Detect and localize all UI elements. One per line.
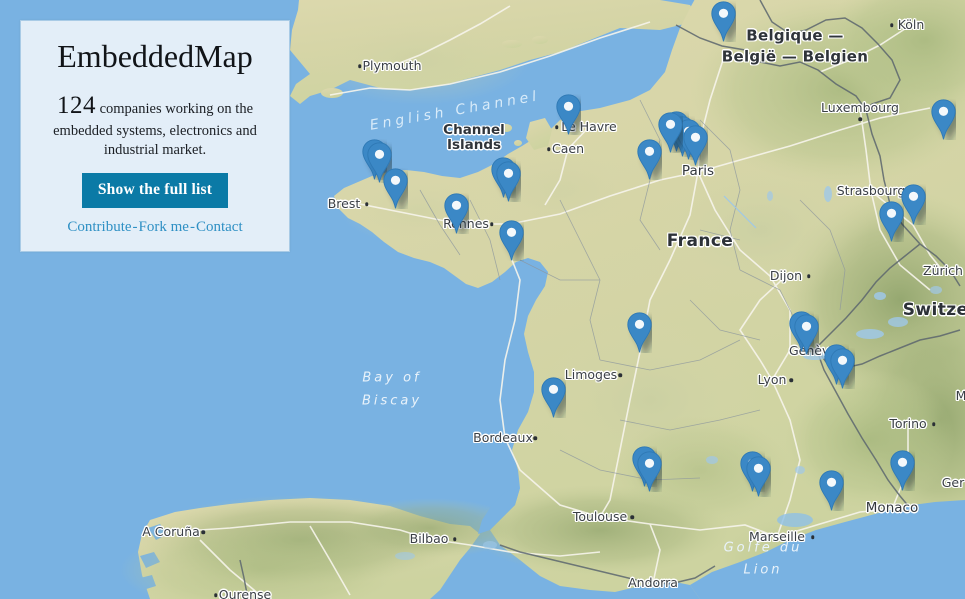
marker-besancon[interactable] [878, 201, 904, 242]
contribute-link[interactable]: Contribute [67, 219, 131, 235]
info-panel: EmbeddedMap 124 companies working on the… [20, 20, 290, 252]
marker-mulhouse[interactable] [900, 184, 926, 225]
marker-nice[interactable] [889, 450, 915, 491]
embeddedmap-app: English Channel Bay of Biscay Golfe du L… [0, 0, 965, 599]
marker-metz[interactable] [930, 99, 956, 140]
marker-rennes-2[interactable] [495, 161, 521, 202]
marker-paris-5[interactable] [682, 125, 708, 166]
panel-subtitle: 124 companies working on the embedded sy… [39, 90, 271, 159]
marker-lyon-2[interactable] [793, 314, 819, 355]
marker-grenoble-2[interactable] [829, 348, 855, 389]
marker-lille[interactable] [710, 1, 736, 42]
marker-evreux[interactable] [636, 139, 662, 180]
link-separator-1: - [132, 218, 138, 235]
marker-montpellier-2[interactable] [745, 456, 771, 497]
marker-caen[interactable] [555, 94, 581, 135]
marker-vannes[interactable] [443, 193, 469, 234]
panel-links: Contribute-Fork me-Contact [35, 218, 275, 235]
marker-toulouse-2[interactable] [636, 451, 662, 492]
marker-limoges[interactable] [626, 312, 652, 353]
page-title: EmbeddedMap [57, 38, 253, 74]
marker-nantes[interactable] [498, 220, 524, 261]
marker-quimper[interactable] [382, 168, 408, 209]
marker-bordeaux[interactable] [540, 377, 566, 418]
fork-me-link[interactable]: Fork me [139, 219, 189, 235]
marker-toulon[interactable] [818, 470, 844, 511]
link-separator-2: - [189, 218, 195, 235]
show-full-list-button[interactable]: Show the full list [81, 173, 229, 208]
company-count: 124 [56, 92, 96, 120]
contact-link[interactable]: Contact [196, 219, 243, 235]
